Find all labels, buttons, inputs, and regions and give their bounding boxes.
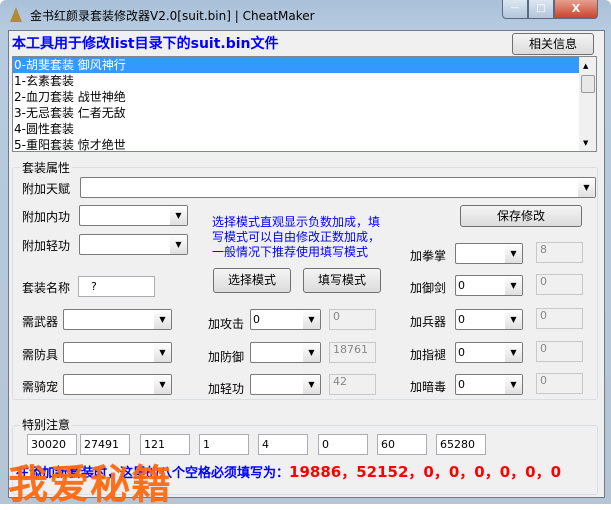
- bonus-value[interactable]: 0: [536, 341, 583, 362]
- chevron-down-icon: ▼: [303, 343, 320, 362]
- requirement-combo[interactable]: ▼: [63, 309, 172, 330]
- bonus-label: 加暗毒: [410, 380, 447, 394]
- special-field[interactable]: 0: [318, 434, 368, 455]
- bonus-label: 加指褪: [410, 348, 447, 362]
- list-scrollbar[interactable]: ▲ ▼: [579, 57, 596, 151]
- list-item[interactable]: 3-无忌套装 仁者无敌: [13, 105, 580, 121]
- bonus-value[interactable]: 42: [329, 374, 376, 395]
- attributes-group-label: 套装属性: [20, 159, 73, 176]
- list-item[interactable]: 1-玄素套装: [13, 73, 580, 89]
- requirement-label: 需骑宠: [22, 380, 59, 394]
- bonus-combo[interactable]: 0 ▼: [455, 374, 523, 395]
- bonus-label: 加兵器: [410, 315, 447, 329]
- about-button[interactable]: 相关信息: [512, 33, 594, 55]
- bonus-combo[interactable]: 0 ▼: [455, 342, 523, 363]
- special-field[interactable]: 1: [199, 434, 249, 455]
- requirement-label: 需防具: [22, 348, 59, 362]
- close-button[interactable]: X: [554, 0, 598, 19]
- maximize-button[interactable]: □: [528, 0, 554, 19]
- bonus-value[interactable]: 0: [536, 274, 583, 295]
- window-title: 金书红颜录套装修改器V2.0[suit.bin] | CheatMaker: [30, 9, 315, 23]
- bonus-label: 加防御: [208, 350, 245, 364]
- bonus-label: 加御剑: [410, 281, 447, 295]
- mode-hint: 选择模式直观显示负数加成，填 写模式可以自由修改正数加成， 一般情况下推荐使用填…: [212, 215, 381, 259]
- bonus-value[interactable]: 8: [536, 242, 583, 263]
- bonus-combo[interactable]: 0 ▼: [455, 275, 523, 296]
- chevron-down-icon: ▼: [170, 235, 187, 254]
- bonus-combo[interactable]: ▼: [250, 342, 321, 363]
- chevron-down-icon: ▼: [154, 375, 171, 394]
- bonus-value[interactable]: 0: [329, 309, 376, 330]
- talent-label: 附加天赋: [22, 182, 71, 196]
- heading: 本工具用于修改list目录下的suit.bin文件: [12, 36, 279, 52]
- app-icon: [10, 7, 22, 22]
- qinggong-label: 附加轻功: [22, 239, 71, 253]
- watermark: 我爱秘籍: [8, 462, 172, 508]
- qinggong-combo[interactable]: ▼: [79, 234, 188, 255]
- suit-list[interactable]: 0-胡斐套装 御风神行 1-玄素套装 2-血刀套装 战世神绝 3-无忌套装 仁者无敌 4…: [12, 56, 597, 152]
- chevron-down-icon: ▼: [154, 310, 171, 329]
- minimize-button[interactable]: —: [502, 0, 528, 19]
- list-item[interactable]: 5-重阳套装 惊才绝世: [13, 137, 580, 151]
- bonus-value[interactable]: 0: [536, 308, 583, 329]
- bonus-combo[interactable]: 0 ▼: [455, 309, 523, 330]
- scroll-up-icon[interactable]: ▲: [583, 62, 588, 70]
- name-input[interactable]: ?: [78, 276, 155, 297]
- special-field[interactable]: 65280: [436, 434, 486, 455]
- chevron-down-icon: ▼: [303, 310, 320, 329]
- requirement-combo[interactable]: ▼: [63, 374, 172, 395]
- bonus-label: 加攻击: [208, 317, 245, 331]
- special-field[interactable]: 4: [258, 434, 308, 455]
- select-mode-button[interactable]: 选择模式: [213, 268, 291, 293]
- talent-combo[interactable]: ▼: [80, 177, 596, 198]
- list-item[interactable]: 0-胡斐套装 御风神行: [13, 57, 580, 73]
- scroll-thumb[interactable]: [581, 75, 595, 93]
- scroll-down-icon[interactable]: ▼: [583, 139, 588, 147]
- bonus-combo[interactable]: ▼: [455, 243, 523, 264]
- save-button[interactable]: 保存修改: [460, 205, 582, 227]
- list-item[interactable]: 2-血刀套装 战世神绝: [13, 89, 580, 105]
- requirement-combo[interactable]: ▼: [63, 342, 172, 363]
- chevron-down-icon: ▼: [505, 276, 522, 295]
- chevron-down-icon: ▼: [505, 244, 522, 263]
- chevron-down-icon: ▼: [505, 343, 522, 362]
- bonus-value[interactable]: 0: [536, 373, 583, 394]
- bonus-combo[interactable]: 0 ▼: [250, 309, 321, 330]
- special-field[interactable]: 60: [377, 434, 427, 455]
- inner-label: 附加内功: [22, 210, 71, 224]
- bonus-combo[interactable]: ▼: [250, 374, 321, 395]
- bonus-label: 加拳掌: [410, 249, 447, 263]
- special-group-label: 特别注意: [20, 416, 73, 433]
- requirement-label: 需武器: [22, 315, 59, 329]
- chevron-down-icon: ▼: [578, 178, 595, 197]
- bonus-label: 加轻功: [208, 382, 245, 396]
- chevron-down-icon: ▼: [154, 343, 171, 362]
- chevron-down-icon: ▼: [505, 375, 522, 394]
- chevron-down-icon: ▼: [505, 310, 522, 329]
- inner-combo[interactable]: ▼: [79, 205, 188, 226]
- list-item[interactable]: 4-圆性套装: [13, 121, 580, 137]
- chevron-down-icon: ▼: [303, 375, 320, 394]
- fill-mode-button[interactable]: 填写模式: [303, 268, 381, 293]
- chevron-down-icon: ▼: [170, 206, 187, 225]
- bonus-value[interactable]: 18761: [329, 342, 376, 363]
- name-label: 套装名称: [22, 281, 71, 295]
